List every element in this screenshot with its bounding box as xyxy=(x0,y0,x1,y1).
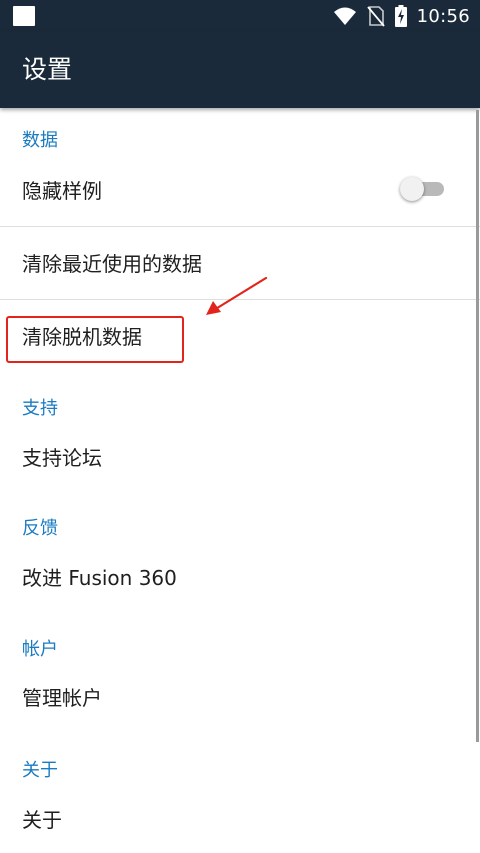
support-forum-row[interactable]: 支持论坛 xyxy=(0,430,480,486)
section-header-support: 支持 xyxy=(22,398,58,419)
about-row[interactable]: 关于 xyxy=(0,792,480,848)
section-header-data: 数据 xyxy=(22,130,58,151)
improve-fusion-row[interactable]: 改进 Fusion 360 xyxy=(0,550,480,606)
notification-app-icon xyxy=(13,6,35,26)
system-icons: 10:56 xyxy=(333,0,470,32)
section-header-account: 帐户 xyxy=(22,639,58,660)
annotation-highlight-box xyxy=(6,316,184,363)
page-title: 设置 xyxy=(22,55,73,84)
hide-samples-label: 隐藏样例 xyxy=(22,179,102,203)
improve-fusion-label: 改进 Fusion 360 xyxy=(22,566,177,590)
scrollbar[interactable] xyxy=(476,110,479,742)
app-bar: 设置 xyxy=(0,32,480,108)
no-sim-icon xyxy=(366,5,385,27)
status-bar: 10:56 xyxy=(0,0,480,32)
support-forum-label: 支持论坛 xyxy=(22,446,102,470)
hide-samples-switch[interactable] xyxy=(400,177,446,201)
clear-recent-data-label: 清除最近使用的数据 xyxy=(22,252,202,276)
manage-account-row[interactable]: 管理帐户 xyxy=(0,670,480,726)
status-time: 10:56 xyxy=(416,5,470,27)
section-header-feedback: 反馈 xyxy=(22,518,58,539)
battery-charging-icon xyxy=(394,5,407,27)
wifi-icon xyxy=(333,6,357,26)
annotation-arrow-icon xyxy=(206,276,268,315)
about-label: 关于 xyxy=(22,808,62,832)
section-header-about: 关于 xyxy=(22,760,58,781)
switch-thumb xyxy=(400,177,424,201)
manage-account-label: 管理帐户 xyxy=(22,686,102,710)
